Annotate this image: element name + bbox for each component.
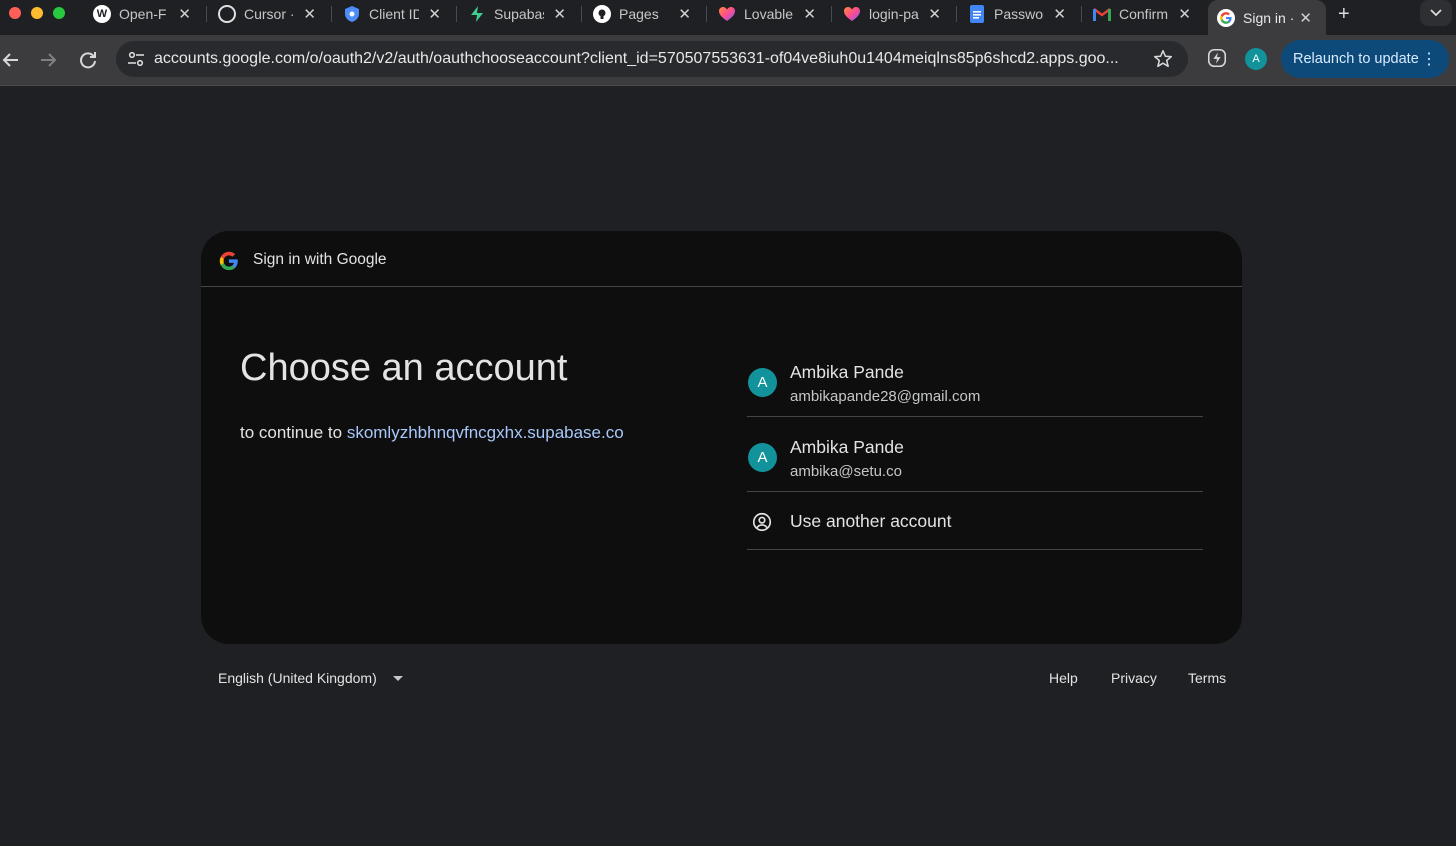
chevron-down-icon <box>1430 9 1442 17</box>
avatar: A <box>748 443 777 472</box>
tab-separator <box>581 6 582 22</box>
continue-text: to continue to skomlyzhbhnqvfncgxhx.supa… <box>240 423 624 443</box>
new-tab-button[interactable]: + <box>1338 3 1350 26</box>
arrow-left-icon <box>2 53 18 67</box>
google-docs-icon <box>968 4 986 23</box>
tab-title: Lovable <box>744 5 794 22</box>
caret-down-icon <box>392 675 403 681</box>
account-name: Ambika Pande <box>790 437 904 457</box>
tab-separator <box>706 6 707 22</box>
close-icon[interactable]: ✕ <box>803 5 816 23</box>
tab-separator <box>456 6 457 22</box>
supabase-icon <box>468 5 486 23</box>
tab-pages[interactable]: Pages ✕ <box>593 0 691 27</box>
close-icon[interactable]: ✕ <box>1299 9 1312 27</box>
tab-separator <box>831 6 832 22</box>
window-zoom-button[interactable] <box>53 7 65 19</box>
window-minimize-button[interactable] <box>31 7 43 19</box>
tab-title: Sign in · <box>1243 9 1293 26</box>
tab-client-id[interactable]: Client ID ✕ <box>343 0 441 27</box>
close-icon[interactable]: ✕ <box>303 5 316 23</box>
close-icon[interactable]: ✕ <box>678 5 691 23</box>
page-title: Choose an account <box>240 347 568 389</box>
url-text[interactable]: accounts.google.com/o/oauth2/v2/auth/oau… <box>154 50 1144 68</box>
help-link[interactable]: Help <box>1049 670 1078 686</box>
tab-separator <box>956 6 957 22</box>
use-another-account-label: Use another account <box>790 511 952 531</box>
tab-cursor[interactable]: Cursor · ✕ <box>218 0 316 27</box>
shield-icon <box>343 5 361 23</box>
close-icon[interactable]: ✕ <box>1178 5 1191 23</box>
tab-separator <box>1081 6 1082 22</box>
extension-icon[interactable] <box>1206 47 1228 69</box>
tab-title: Open-F <box>119 5 167 22</box>
tab-supabase[interactable]: Supabase ✕ <box>468 0 566 27</box>
avatar: A <box>748 368 777 397</box>
wordpress-icon: W <box>93 4 111 23</box>
gmail-icon <box>1093 5 1111 23</box>
reload-icon <box>80 52 96 69</box>
lovable-heart-icon <box>718 5 736 23</box>
github-icon <box>593 4 611 23</box>
tab-password[interactable]: Passwor ✕ <box>968 0 1066 27</box>
account-email: ambikapande28@gmail.com <box>790 388 981 405</box>
tab-sign-in[interactable]: Sign in · ✕ <box>1208 0 1326 35</box>
browser-toolbar: accounts.google.com/o/oauth2/v2/auth/oau… <box>0 35 1456 86</box>
tab-title: Supabase <box>494 5 544 22</box>
tab-title: Cursor · <box>244 5 294 22</box>
relaunch-label: Relaunch to update <box>1293 51 1419 67</box>
window-close-button[interactable] <box>9 7 21 19</box>
account-name: Ambika Pande <box>790 362 904 382</box>
lovable-heart-icon <box>843 5 861 23</box>
back-button[interactable] <box>0 48 24 72</box>
account-list: A Ambika Pande ambikapande28@gmail.com A… <box>747 342 1203 550</box>
account-circle-icon <box>752 512 772 532</box>
tab-title: Passwor <box>994 5 1044 22</box>
tab-title: login-pa <box>869 5 919 22</box>
google-g-icon <box>1217 8 1235 27</box>
language-select[interactable]: English (United Kingdom) <box>218 670 403 686</box>
tab-search-button[interactable] <box>1420 0 1452 26</box>
use-another-account-button[interactable]: Use another account <box>747 492 1203 550</box>
close-icon[interactable]: ✕ <box>428 5 441 23</box>
tab-title: Pages <box>619 5 659 22</box>
continue-prefix: to continue to <box>240 423 347 442</box>
tab-separator <box>331 6 332 22</box>
more-vert-icon[interactable]: ⋮ <box>1421 49 1437 69</box>
tab-strip: W Open-F ✕ Cursor · ✕ Client ID ✕ Supaba… <box>0 0 1456 35</box>
privacy-link[interactable]: Privacy <box>1111 670 1157 686</box>
tab-login-page[interactable]: login-pa ✕ <box>843 0 941 27</box>
tab-separator <box>206 6 207 22</box>
close-icon[interactable]: ✕ <box>1053 5 1066 23</box>
site-settings-icon[interactable] <box>124 47 148 71</box>
tab-confirm[interactable]: Confirm ✕ <box>1093 0 1191 27</box>
forward-button[interactable] <box>36 48 60 72</box>
tab-title: Client ID <box>369 5 419 22</box>
language-label: English (United Kingdom) <box>218 670 377 686</box>
close-icon[interactable]: ✕ <box>178 5 191 23</box>
sign-in-card: Sign in with Google Choose an account to… <box>201 231 1242 644</box>
reload-button[interactable] <box>76 48 100 72</box>
relaunch-button[interactable]: Relaunch to update ⋮ <box>1281 40 1449 78</box>
close-icon[interactable]: ✕ <box>928 5 941 23</box>
tab-open-f[interactable]: W Open-F ✕ <box>93 0 191 27</box>
account-item[interactable]: A Ambika Pande ambika@setu.co <box>747 417 1203 492</box>
profile-avatar[interactable]: A <box>1245 48 1267 70</box>
google-g-icon <box>219 251 238 271</box>
account-item[interactable]: A Ambika Pande ambikapande28@gmail.com <box>747 342 1203 417</box>
terms-link[interactable]: Terms <box>1188 670 1226 686</box>
account-email: ambika@setu.co <box>790 463 902 480</box>
bookmark-star-icon[interactable] <box>1152 48 1174 70</box>
app-domain-link[interactable]: skomlyzhbhnqvfncgxhx.supabase.co <box>347 423 624 442</box>
address-bar[interactable]: accounts.google.com/o/oauth2/v2/auth/oau… <box>116 41 1188 77</box>
card-header-title: Sign in with Google <box>253 251 387 268</box>
tab-title: Confirm <box>1119 5 1169 22</box>
openai-icon <box>218 4 236 23</box>
close-icon[interactable]: ✕ <box>553 5 566 23</box>
tab-lovable[interactable]: Lovable ✕ <box>718 0 816 27</box>
card-header: Sign in with Google <box>201 231 1242 287</box>
arrow-right-icon <box>41 53 57 67</box>
